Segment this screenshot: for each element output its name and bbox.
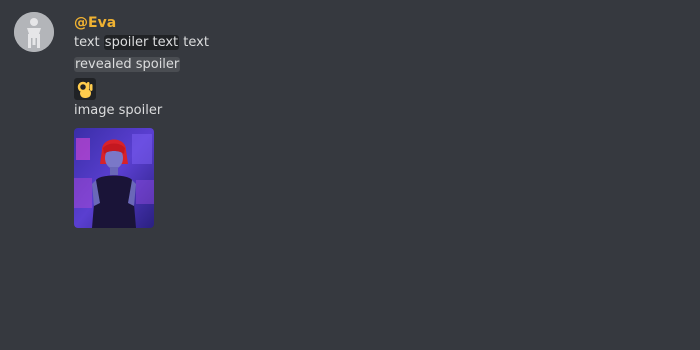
ok-hand-icon — [77, 81, 93, 98]
image-spoiler-label: image spoiler — [74, 103, 163, 118]
text-line-with-spoiler: text spoiler text text — [74, 32, 209, 54]
chat-message: @Eva text spoiler text text revealed spo… — [0, 0, 700, 350]
text-spoiler[interactable]: spoiler text — [103, 35, 180, 50]
revealed-spoiler-line: revealed spoiler — [74, 54, 209, 76]
revealed-spoiler[interactable]: revealed spoiler — [74, 57, 181, 72]
image-spoiler[interactable] — [74, 128, 154, 228]
text-after-spoiler: text — [179, 35, 209, 50]
username[interactable]: @Eva — [74, 14, 209, 32]
avatar[interactable] — [14, 12, 54, 52]
emoji-spoiler[interactable] — [74, 78, 96, 100]
message-content: @Eva text spoiler text text revealed spo… — [74, 14, 209, 228]
text-before-spoiler: text — [74, 35, 104, 50]
avatar-figure-icon — [14, 12, 54, 52]
anime-girl-image — [74, 128, 154, 228]
